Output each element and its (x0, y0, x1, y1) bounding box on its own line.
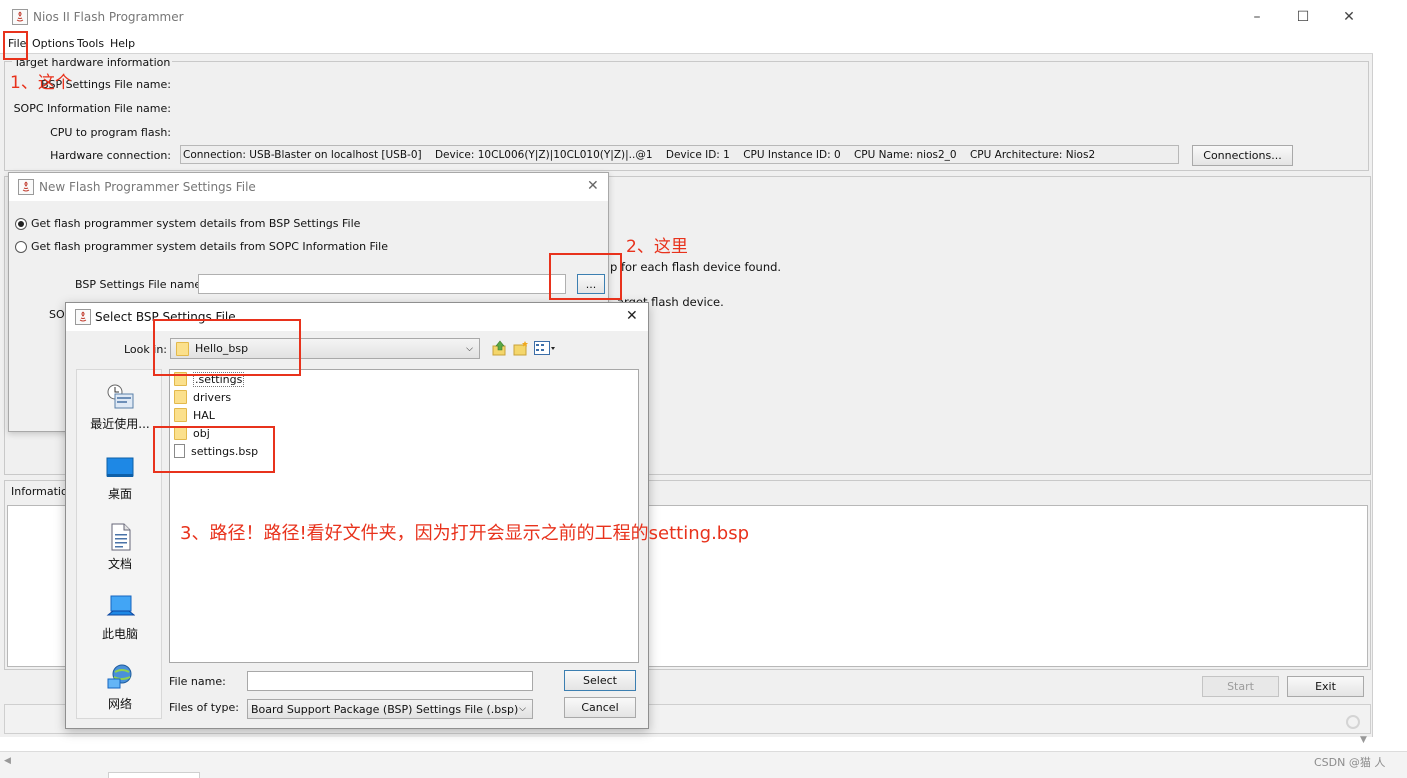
place-documents[interactable]: 文档 (75, 522, 165, 572)
annotation-box-file-menu (3, 31, 28, 60)
annotation-box-look-in (153, 319, 301, 376)
annotation-note-2: 2、这里 (626, 237, 688, 257)
place-network-label: 网络 (107, 697, 132, 711)
connections-button[interactable]: Connections... (1192, 145, 1293, 166)
radio-sopc-source-label: Get flash programmer system details from… (31, 240, 388, 253)
place-recent[interactable]: 最近使用... (75, 382, 165, 432)
menubar: File Options Tools Help (0, 34, 1373, 54)
busy-indicator-icon (1346, 715, 1360, 729)
cancel-button[interactable]: Cancel (564, 697, 636, 718)
bsp-file-name-label: BSP Settings File name: (75, 278, 205, 291)
list-item[interactable]: drivers (174, 388, 231, 406)
view-menu-icon[interactable] (534, 341, 556, 355)
place-this-pc-label: 此电脑 (101, 627, 138, 641)
annotation-box-browse (549, 253, 622, 300)
menu-options[interactable]: Options (32, 37, 74, 50)
folder-icon (174, 390, 187, 404)
files-of-type-label: Files of type: (169, 701, 240, 714)
java-app-icon (75, 309, 91, 325)
place-network[interactable]: 网络 (75, 662, 165, 712)
annotation-note-1: 1、这个 (10, 73, 72, 93)
file-name: drivers (193, 390, 232, 404)
computer-icon (106, 595, 135, 616)
horizontal-scrollbar[interactable]: ◀ (0, 751, 1407, 778)
sopc-info-label: SOPC Information File name: (13, 102, 171, 115)
places-bar: 最近使用... 桌面 文档 此电脑 网络 (76, 369, 162, 719)
select-button[interactable]: Select (564, 670, 636, 691)
place-desktop-label: 桌面 (107, 487, 132, 501)
info-text-line1: p for each flash device found. (610, 260, 782, 274)
minimize-button[interactable]: – (1234, 0, 1280, 34)
radio-bsp-source-label: Get flash programmer system details from… (31, 217, 361, 230)
place-desktop[interactable]: 桌面 (75, 452, 165, 502)
folder-icon (174, 408, 187, 422)
chevron-down-icon: ⌵ (519, 704, 526, 714)
java-app-icon (18, 179, 34, 195)
radio-bsp-source[interactable] (15, 218, 27, 230)
radio-sopc-source[interactable] (15, 241, 27, 253)
files-of-type-select[interactable]: Board Support Package (BSP) Settings Fil… (247, 699, 533, 719)
scroll-left-icon[interactable]: ◀ (4, 756, 11, 766)
java-app-icon (12, 9, 28, 25)
bsp-file-name-input[interactable] (198, 274, 566, 294)
close-icon[interactable]: ✕ (587, 178, 599, 194)
main-window-title: Nios II Flash Programmer (33, 10, 184, 24)
files-of-type-value: Board Support Package (BSP) Settings Fil… (251, 702, 519, 716)
exit-button[interactable]: Exit (1287, 676, 1364, 697)
main-titlebar: Nios II Flash Programmer – ☐ ✕ (0, 0, 1373, 34)
close-button[interactable]: ✕ (1326, 0, 1372, 34)
file-name-label: File name: (169, 675, 226, 688)
chevron-down-icon: ⌵ (466, 343, 473, 354)
file-name-input[interactable] (247, 671, 533, 691)
file-name: HAL (193, 408, 215, 422)
network-icon (107, 664, 132, 689)
place-recent-label: 最近使用... (90, 417, 150, 431)
file-list[interactable]: .settings drivers HAL obj settings.bsp (169, 369, 639, 663)
settings-dialog-title: New Flash Programmer Settings File (39, 180, 256, 194)
new-folder-icon[interactable] (513, 340, 529, 356)
watermark: CSDN @猫 人 (1314, 756, 1386, 769)
place-this-pc[interactable]: 此电脑 (75, 592, 165, 642)
scroll-down-icon[interactable]: ▼ (1360, 735, 1367, 745)
settings-dialog-titlebar: New Flash Programmer Settings File ✕ (9, 173, 608, 201)
menu-help[interactable]: Help (110, 37, 135, 50)
desktop-icon (106, 457, 134, 477)
scrollbar-thumb[interactable] (108, 772, 200, 778)
hw-connection-label: Hardware connection: (50, 149, 171, 162)
documents-icon (111, 523, 131, 551)
place-documents-label: 文档 (107, 557, 132, 571)
hw-connection-field: Connection: USB-Blaster on localhost [US… (180, 145, 1179, 164)
menu-tools[interactable]: Tools (77, 37, 104, 50)
up-folder-icon[interactable] (492, 340, 508, 356)
close-icon[interactable]: ✕ (626, 308, 638, 324)
maximize-button[interactable]: ☐ (1280, 0, 1326, 34)
list-item[interactable]: HAL (174, 406, 215, 424)
annotation-box-settings-file (153, 426, 275, 473)
start-button[interactable]: Start (1202, 676, 1279, 697)
annotation-note-3: 3、路径！路径!看好文件夹，因为打开会显示之前的工程的setting.bsp (180, 523, 750, 544)
recent-items-icon (107, 384, 134, 409)
cpu-label: CPU to program flash: (50, 126, 171, 139)
